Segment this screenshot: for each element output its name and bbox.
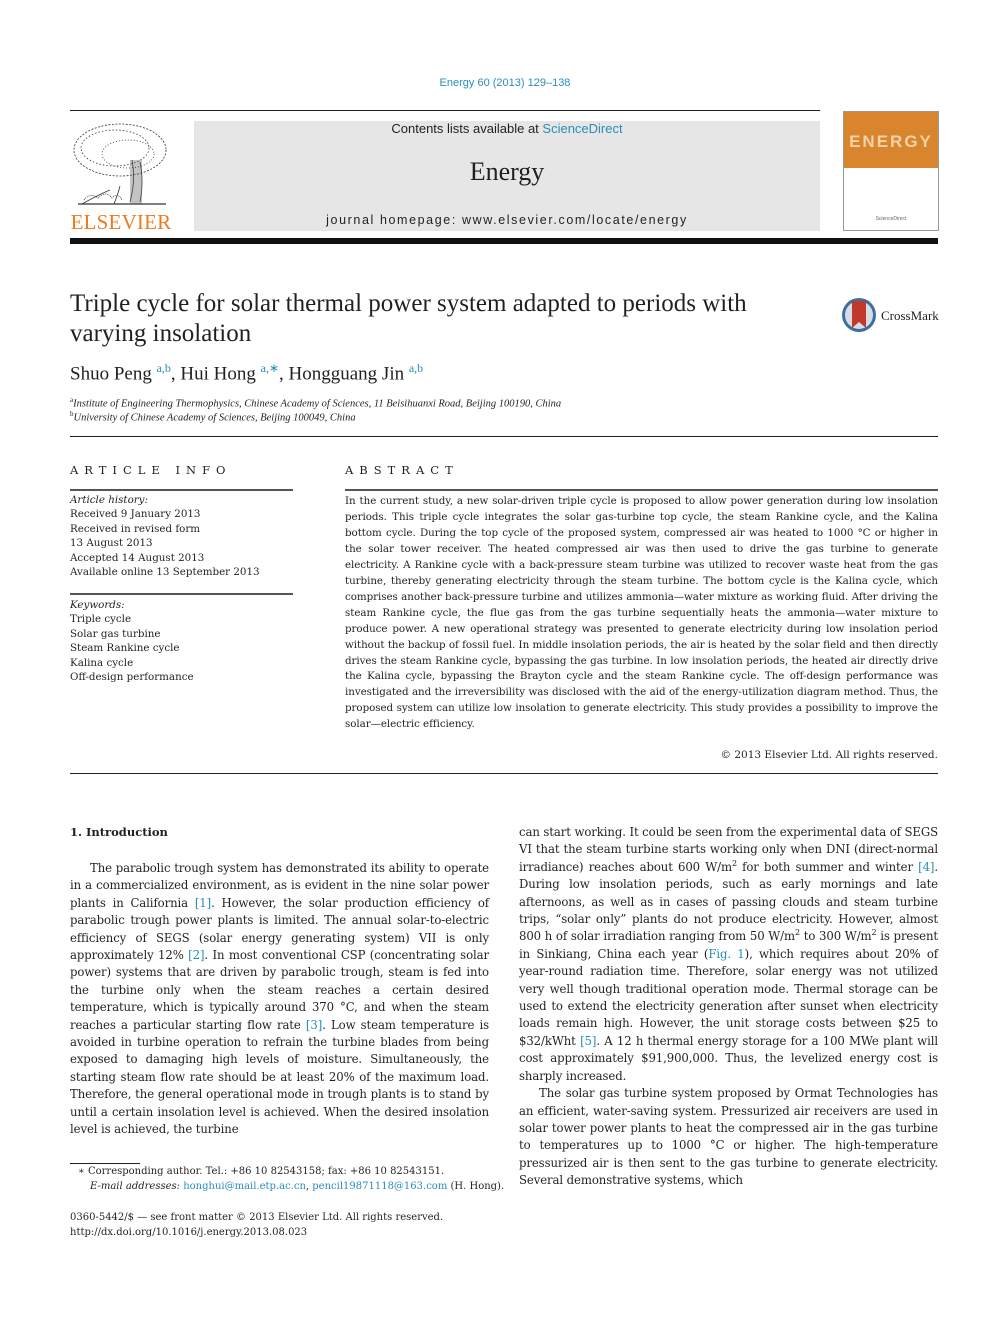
- reference-link[interactable]: [5]: [580, 1034, 596, 1048]
- affiliation-a: aInstitute of Engineering Thermophysics,…: [70, 396, 561, 410]
- author-name: Hongguang Jin: [288, 363, 405, 385]
- reference-link[interactable]: [1]: [195, 896, 211, 910]
- figure-link[interactable]: Fig. 1: [708, 947, 744, 961]
- journal-citation[interactable]: Energy 60 (2013) 129–138: [0, 77, 992, 89]
- author-list: Shuo Peng a,b, Hui Hong a,∗, Hongguang J…: [70, 361, 423, 385]
- text-run: . Low steam temperature is avoided in tu…: [70, 1017, 489, 1137]
- affiliation-b: bUniversity of Chinese Academy of Scienc…: [70, 410, 356, 424]
- keyword: Off-design performance: [70, 671, 194, 684]
- footnote-rule: [70, 1163, 140, 1164]
- history-item: Accepted 14 August 2013: [70, 551, 205, 564]
- contents-line: Contents lists available at ScienceDirec…: [194, 121, 820, 136]
- article-info-heading: ARTICLE INFO: [70, 463, 232, 477]
- text-run: ), which requires about 20% of year-roun…: [519, 946, 938, 1048]
- cover-title: ENERGY: [849, 132, 933, 151]
- crossmark-label: CrossMark: [881, 308, 939, 323]
- abstract-heading: ABSTRACT: [345, 463, 459, 477]
- affiliation-text: University of Chinese Academy of Science…: [73, 412, 356, 424]
- corresponding-author-footnote: ∗ Corresponding author. Tel.: +86 10 825…: [78, 1166, 445, 1177]
- reference-link[interactable]: [3]: [306, 1018, 322, 1032]
- reference-link[interactable]: [4]: [918, 860, 934, 874]
- abstract-text: In the current study, a new solar-driven…: [345, 495, 938, 731]
- keyword: Triple cycle: [70, 613, 132, 626]
- article-history: Article history: Received 9 January 2013…: [70, 493, 260, 579]
- history-item: 13 August 2013: [70, 537, 153, 550]
- email-suffix: (H. Hong).: [447, 1181, 505, 1192]
- email-link[interactable]: honghui@mail.etp.ac.cn: [183, 1181, 306, 1192]
- doi-link[interactable]: http://dx.doi.org/10.1016/j.energy.2013.…: [70, 1227, 307, 1238]
- journal-name: Energy: [469, 157, 545, 186]
- author-name: Shuo Peng: [70, 363, 152, 385]
- author-separator: ,: [279, 363, 289, 385]
- body-column-left: The parabolic trough system has demonstr…: [70, 860, 489, 1139]
- author-affiliation-marker[interactable]: a,b: [409, 361, 423, 375]
- cover-banner: ENERGY: [844, 112, 938, 168]
- paragraph: can start working. It could be seen from…: [519, 824, 938, 1085]
- reference-link[interactable]: [2]: [188, 948, 204, 962]
- text-run: to 300 W/m: [800, 929, 872, 944]
- email-link[interactable]: pencil19871118@163.com: [312, 1181, 447, 1192]
- header-top-rule: [70, 110, 820, 111]
- keyword: Kalina cycle: [70, 656, 134, 669]
- author-affiliation-marker[interactable]: a,b: [157, 361, 171, 375]
- section-heading-introduction: 1. Introduction: [70, 825, 168, 839]
- cover-footer-text: ScienceDirect: [875, 216, 907, 222]
- email-footnote: E-mail addresses: honghui@mail.etp.ac.cn…: [90, 1181, 504, 1192]
- divider: [70, 489, 293, 491]
- article-title: Triple cycle for solar thermal power sys…: [70, 290, 747, 347]
- sciencedirect-link[interactable]: ScienceDirect: [542, 121, 622, 136]
- keywords: Keywords: Triple cycle Solar gas turbine…: [70, 598, 194, 684]
- keywords-label: Keywords:: [70, 599, 125, 611]
- body-column-right: can start working. It could be seen from…: [519, 824, 938, 1190]
- divider: [70, 436, 938, 437]
- crossmark-icon: [842, 298, 876, 332]
- paragraph: The parabolic trough system has demonstr…: [70, 860, 489, 1139]
- history-item: Received 9 January 2013: [70, 508, 201, 521]
- email-label: E-mail addresses:: [90, 1181, 181, 1192]
- paragraph: The solar gas turbine system proposed by…: [519, 1086, 938, 1188]
- divider: [70, 593, 293, 595]
- crossmark-badge[interactable]: CrossMark: [841, 296, 941, 336]
- elsevier-wordmark: ELSEVIER: [70, 210, 172, 234]
- journal-cover-thumbnail: ENERGY ScienceDirect: [843, 111, 939, 231]
- header-thick-rule: [70, 238, 938, 244]
- affiliation-text: Institute of Engineering Thermophysics, …: [73, 398, 562, 410]
- text-run: for both summer and winter: [736, 859, 919, 874]
- keyword: Steam Rankine cycle: [70, 642, 180, 655]
- author-affiliation-marker[interactable]: a,∗: [261, 361, 279, 375]
- contents-prefix: Contents lists available at: [391, 121, 543, 136]
- author-separator: ,: [170, 363, 181, 385]
- history-item: Available online 13 September 2013: [70, 566, 260, 579]
- journal-homepage[interactable]: journal homepage: www.elsevier.com/locat…: [194, 213, 820, 227]
- author-name: Hui Hong: [180, 363, 256, 385]
- divider: [70, 773, 938, 774]
- divider: [345, 489, 938, 491]
- keyword: Solar gas turbine: [70, 627, 161, 640]
- abstract-copyright: © 2013 Elsevier Ltd. All rights reserved…: [720, 749, 938, 761]
- front-matter-notice: 0360-5442/$ — see front matter © 2013 El…: [70, 1212, 444, 1223]
- history-label: Article history:: [70, 494, 148, 506]
- history-item: Received in revised form: [70, 522, 201, 535]
